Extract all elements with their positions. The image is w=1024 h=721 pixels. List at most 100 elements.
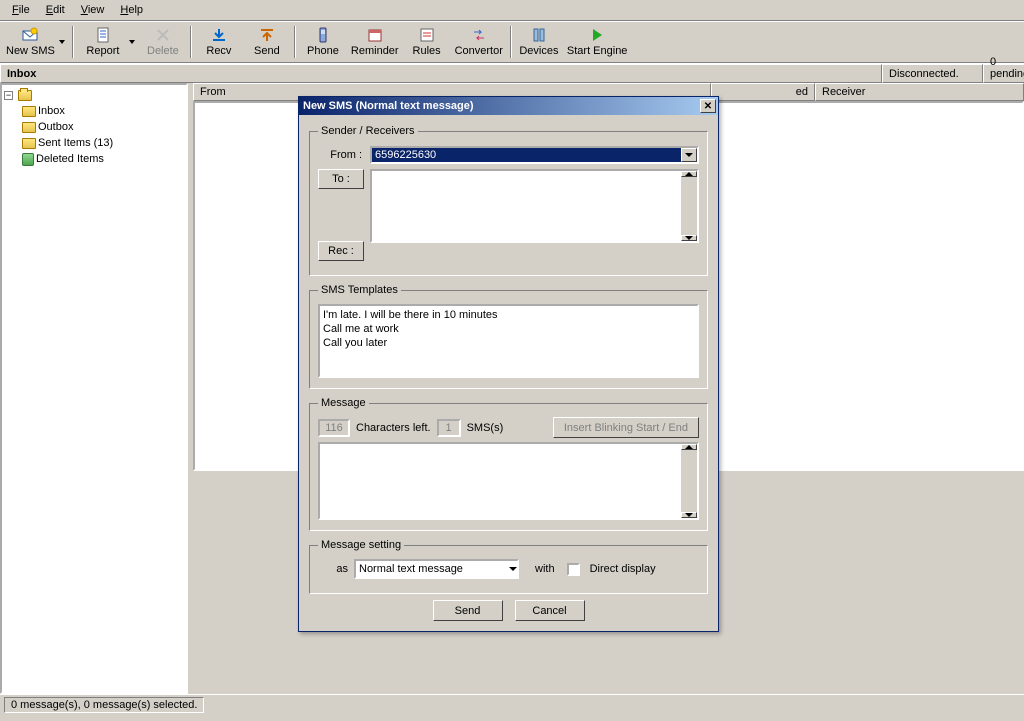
direct-display-checkbox[interactable] — [567, 563, 580, 576]
dialog-title: New SMS (Normal text message) — [303, 100, 474, 112]
scroll-down-icon[interactable] — [681, 235, 697, 241]
toolbar-rules[interactable]: Rules — [403, 22, 451, 62]
toolbar-new-sms[interactable]: New SMS — [2, 22, 69, 62]
dropdown-arrow-icon[interactable] — [509, 567, 517, 571]
tree-deleted[interactable]: Deleted Items — [22, 151, 186, 167]
scroll-down-icon[interactable] — [681, 512, 697, 518]
menu-help[interactable]: Help — [112, 2, 151, 18]
to-textarea[interactable] — [370, 169, 699, 243]
sms-count-value: 1 — [437, 419, 461, 437]
group-sender-receivers: Sender / Receivers From : 6596225630 To … — [309, 125, 708, 276]
toolbar-start-engine[interactable]: Start Engine — [563, 22, 632, 62]
group-message-setting: Message setting as Normal text message w… — [309, 539, 708, 594]
message-type-value: Normal text message — [356, 563, 509, 575]
toolbar-new-sms-label: New SMS — [6, 45, 55, 58]
from-value: 6596225630 — [372, 148, 681, 162]
tree-outbox-label: Outbox — [38, 119, 73, 135]
toolbar-report[interactable]: Report — [77, 22, 139, 62]
cancel-button[interactable]: Cancel — [515, 600, 585, 621]
group-message: Message 116 Characters left. 1 SMS(s) In… — [309, 397, 708, 531]
chars-left-value: 116 — [318, 419, 350, 437]
template-item[interactable]: I'm late. I will be there in 10 minutes — [323, 308, 694, 322]
message-textarea[interactable] — [318, 442, 699, 520]
templates-list[interactable]: I'm late. I will be there in 10 minutes … — [318, 304, 699, 378]
close-icon[interactable]: ✕ — [700, 99, 716, 113]
rec-button[interactable]: Rec : — [318, 241, 364, 261]
toolbar-report-label: Report — [86, 45, 119, 58]
dialog-titlebar[interactable]: New SMS (Normal text message) ✕ — [299, 97, 718, 115]
toolbar-delete-label: Delete — [147, 45, 179, 58]
to-button[interactable]: To : — [318, 169, 364, 189]
tree-deleted-label: Deleted Items — [36, 151, 104, 167]
status-text: 0 message(s), 0 message(s) selected. — [4, 697, 204, 713]
from-combo[interactable]: 6596225630 — [370, 146, 699, 164]
direct-display-label: Direct display — [590, 563, 656, 575]
folder-icon — [22, 138, 36, 149]
toolbar-devices[interactable]: Devices — [515, 22, 563, 62]
folder-icon — [18, 90, 32, 101]
pending-status: 0 pending message — [983, 64, 1024, 83]
tree-collapse-icon[interactable]: − — [4, 91, 13, 100]
toolbar-convertor-label: Convertor — [455, 45, 503, 58]
toolbar-convertor[interactable]: Convertor — [451, 22, 507, 62]
play-icon — [589, 27, 605, 43]
recv-icon — [211, 27, 227, 43]
with-label: with — [535, 563, 555, 575]
connection-status: Disconnected. — [882, 64, 983, 83]
toolbar-phone-label: Phone — [307, 45, 339, 58]
insert-blinking-button: Insert Blinking Start / End — [553, 417, 699, 438]
template-item[interactable]: Call you later — [323, 336, 694, 350]
tree-sent[interactable]: Sent Items (13) — [22, 135, 186, 151]
toolbar-phone[interactable]: Phone — [299, 22, 347, 62]
toolbar-reminder-label: Reminder — [351, 45, 399, 58]
col-receiver[interactable]: Receiver — [815, 83, 1024, 101]
as-label: as — [318, 563, 348, 575]
tree-outbox[interactable]: Outbox — [22, 119, 186, 135]
tree-sent-label: Sent Items (13) — [38, 135, 113, 151]
toolbar-devices-label: Devices — [519, 45, 558, 58]
toolbar-reminder[interactable]: Reminder — [347, 22, 403, 62]
toolbar-send[interactable]: Send — [243, 22, 291, 62]
new-sms-dialog: New SMS (Normal text message) ✕ Sender /… — [298, 96, 719, 632]
toolbar-recv[interactable]: Recv — [195, 22, 243, 62]
group-templates: SMS Templates I'm late. I will be there … — [309, 284, 708, 389]
dropdown-arrow-icon[interactable] — [681, 148, 697, 162]
toolbar-delete: Delete — [139, 22, 187, 62]
group-templates-legend: SMS Templates — [318, 284, 401, 296]
menu-file[interactable]: File — [4, 2, 38, 18]
tree-inbox-label: Inbox — [38, 103, 65, 119]
col-received[interactable]: ed — [711, 83, 815, 101]
status-bar: 0 message(s), 0 message(s) selected. — [0, 694, 1024, 714]
tree-inbox[interactable]: Inbox — [22, 103, 186, 119]
scroll-up-icon[interactable] — [681, 171, 697, 177]
delete-icon — [155, 27, 171, 43]
toolbar-start-engine-label: Start Engine — [567, 45, 628, 58]
group-setting-legend: Message setting — [318, 539, 404, 551]
dropdown-arrow-icon[interactable] — [129, 40, 135, 44]
send-icon — [259, 27, 275, 43]
menu-edit[interactable]: Edit — [38, 2, 73, 18]
folder-icon — [22, 122, 36, 133]
chars-left-label: Characters left. — [356, 422, 431, 434]
scroll-up-icon[interactable] — [681, 444, 697, 450]
rules-icon — [419, 27, 435, 43]
convertor-icon — [471, 27, 487, 43]
dropdown-arrow-icon[interactable] — [59, 40, 65, 44]
send-button[interactable]: Send — [433, 600, 503, 621]
toolbar-recv-label: Recv — [206, 45, 231, 58]
group-sender-legend: Sender / Receivers — [318, 125, 418, 137]
template-item[interactable]: Call me at work — [323, 322, 694, 336]
group-message-legend: Message — [318, 397, 369, 409]
header-strip: Inbox Disconnected. 0 pending message — [0, 64, 1024, 83]
toolbar-rules-label: Rules — [413, 45, 441, 58]
message-type-select[interactable]: Normal text message — [354, 559, 519, 579]
menu-bar: File Edit View Help — [0, 0, 1024, 20]
folder-icon — [22, 106, 36, 117]
folder-title: Inbox — [0, 64, 882, 83]
menu-view[interactable]: View — [73, 2, 113, 18]
trash-icon — [22, 153, 34, 166]
from-label: From : — [318, 145, 364, 165]
devices-icon — [531, 27, 547, 43]
sms-count-label: SMS(s) — [467, 422, 504, 434]
folder-tree[interactable]: − Inbox Outbox Sent Items (13) Deleted I… — [0, 83, 188, 694]
